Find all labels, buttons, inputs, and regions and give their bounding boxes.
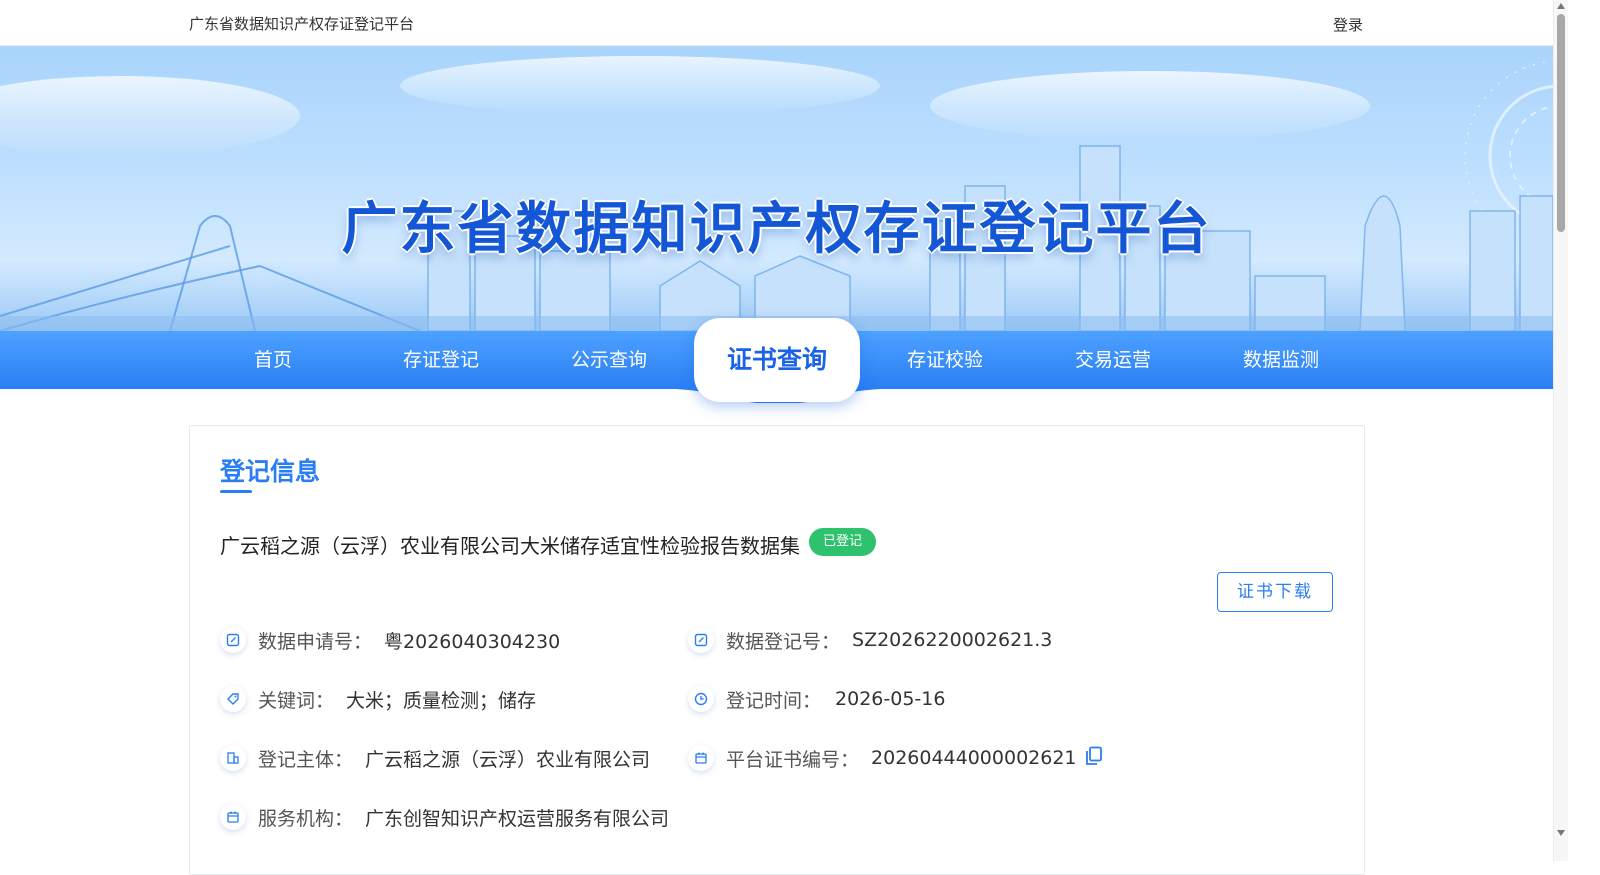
field-label: 服务机构： xyxy=(258,807,354,830)
field-value: 20260444000002621 xyxy=(871,747,1077,769)
nav-item-home[interactable]: 首页 xyxy=(189,331,357,389)
nav-item-trading[interactable]: 交易运营 xyxy=(1029,331,1197,389)
registration-info-panel: 登记信息 广云稻之源（云浮）农业有限公司大米储存适宜性检验报告数据集 已登记 证… xyxy=(189,425,1365,875)
certificate-download-button[interactable]: 证书下载 xyxy=(1217,572,1333,612)
calendar-icon xyxy=(688,745,714,771)
field-service-agency: 服务机构： 广东创智知识产权运营服务有限公司 xyxy=(220,802,669,832)
scroll-down-icon[interactable] xyxy=(1557,830,1565,836)
field-registration-time: 登记时间： 2026-05-16 xyxy=(688,684,945,714)
top-bar: 广东省数据知识产权存证登记平台 登录 xyxy=(0,0,1553,46)
copy-icon[interactable] xyxy=(1085,746,1103,771)
nav-item-certificate-query[interactable]: 证书查询 xyxy=(694,318,860,402)
field-label: 数据申请号： xyxy=(258,630,373,653)
field-label: 关键词： xyxy=(258,689,335,712)
edit-icon xyxy=(220,627,246,653)
status-badge: 已登记 xyxy=(809,528,877,556)
field-application-no: 数据申请号： 粤2026040304230 xyxy=(220,625,560,655)
scrollbar-thumb[interactable] xyxy=(1557,14,1565,232)
field-value: SZ2026220002621.3 xyxy=(852,629,1053,651)
main-nav: 首页 存证登记 公示查询 证书查询 存证校验 交易运营 数据监测 xyxy=(0,318,1553,403)
login-link[interactable]: 登录 xyxy=(1333,14,1363,35)
nav-item-public-query[interactable]: 公示查询 xyxy=(525,331,693,389)
field-value: 广云稻之源（云浮）农业有限公司 xyxy=(365,748,651,771)
scroll-up-icon[interactable] xyxy=(1557,3,1565,9)
calendar-icon xyxy=(220,804,246,830)
field-label: 数据登记号： xyxy=(726,630,841,653)
clock-icon xyxy=(688,686,714,712)
hero-banner: 广东省数据知识产权存证登记平台 xyxy=(0,46,1553,331)
field-value: 广东创智知识产权运营服务有限公司 xyxy=(365,807,670,830)
page-scrollbar[interactable] xyxy=(1553,0,1568,861)
field-label: 平台证书编号： xyxy=(726,748,860,771)
field-value: 粤2026040304230 xyxy=(384,630,561,653)
field-keywords: 关键词： 大米；质量检测；储存 xyxy=(220,684,536,714)
nav-item-register[interactable]: 存证登记 xyxy=(357,331,525,389)
field-label: 登记主体： xyxy=(258,748,354,771)
field-label: 登记时间： xyxy=(726,689,822,712)
banner-title: 广东省数据知识产权存证登记平台 xyxy=(341,197,1212,262)
section-title: 登记信息 xyxy=(220,457,321,486)
field-value: 大米；质量检测；储存 xyxy=(346,689,537,712)
field-value: 2026-05-16 xyxy=(835,688,946,710)
tag-icon xyxy=(220,686,246,712)
nav-item-monitoring[interactable]: 数据监测 xyxy=(1197,331,1365,389)
field-registration-no: 数据登记号： SZ2026220002621.3 xyxy=(688,625,1052,655)
field-certificate-no: 平台证书编号： 20260444000002621 xyxy=(688,743,1103,773)
field-registrant: 登记主体： 广云稻之源（云浮）农业有限公司 xyxy=(220,743,650,773)
dataset-name: 广云稻之源（云浮）农业有限公司大米储存适宜性检验报告数据集 xyxy=(220,534,800,558)
edit-icon xyxy=(688,627,714,653)
nav-item-verify[interactable]: 存证校验 xyxy=(861,331,1029,389)
building-icon xyxy=(220,745,246,771)
section-title-underline xyxy=(220,490,252,493)
site-name: 广东省数据知识产权存证登记平台 xyxy=(189,15,415,33)
